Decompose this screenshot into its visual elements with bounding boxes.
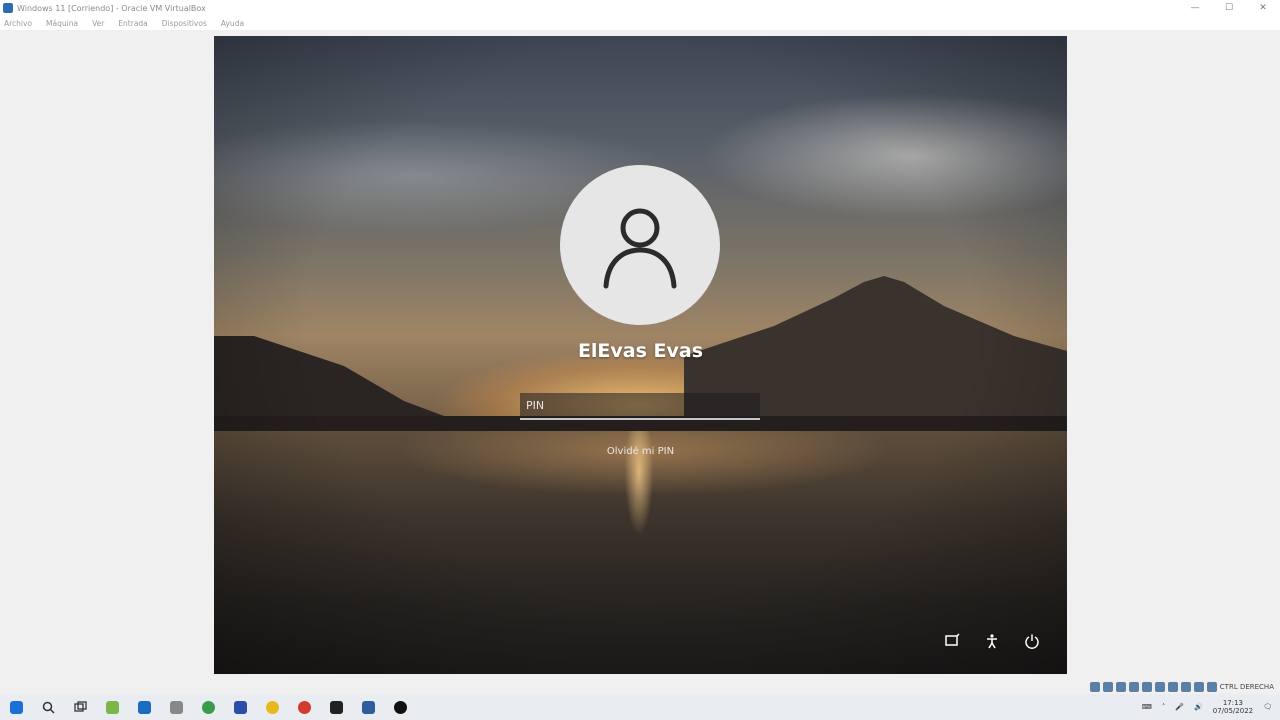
power-icon[interactable] — [1023, 632, 1041, 650]
hdd-status-icon[interactable] — [1089, 682, 1100, 692]
lock-screen-actions — [943, 632, 1041, 650]
vm-status-bar: CTRL DERECHA — [1089, 680, 1280, 694]
display-status-icon[interactable] — [1167, 682, 1178, 692]
menu-file[interactable]: Archivo — [4, 19, 32, 28]
maximize-button[interactable]: ☐ — [1212, 0, 1246, 16]
vm-display[interactable]: ElEvas Evas Olvidé mi PIN — [214, 36, 1067, 674]
forgot-pin-link[interactable]: Olvidé mi PIN — [214, 446, 1067, 457]
clock-date: 07/05/2022 — [1212, 707, 1254, 715]
search-icon[interactable] — [32, 694, 64, 720]
menu-view[interactable]: Ver — [92, 19, 104, 28]
start-icon[interactable] — [0, 694, 32, 720]
microphone-icon[interactable]: 🎤 — [1175, 703, 1184, 711]
start-icon-glyph — [9, 700, 23, 714]
network-icon[interactable] — [943, 632, 961, 650]
window-titlebar: Windows 11 [Corriendo] - Oracle VM Virtu… — [0, 0, 1280, 16]
usb-status-icon[interactable] — [1141, 682, 1152, 692]
remote-desktop-icon[interactable] — [224, 694, 256, 720]
chrome-canary-icon[interactable] — [256, 694, 288, 720]
network-status-icon[interactable] — [1128, 682, 1139, 692]
accessibility-icon[interactable] — [983, 632, 1001, 650]
virtualbox-icon[interactable] — [352, 694, 384, 720]
unity-icon[interactable] — [320, 694, 352, 720]
chrome-icon[interactable] — [192, 694, 224, 720]
recording-status-icon[interactable] — [1180, 682, 1191, 692]
host-taskbar: ⌨ ˄ 🎤 🔊 17:13 07/05/2022 🗨 — [0, 694, 1280, 720]
minimize-button[interactable]: — — [1178, 0, 1212, 16]
host-key-label: CTRL DERECHA — [1219, 683, 1274, 691]
window-title: Windows 11 [Corriendo] - Oracle VM Virtu… — [17, 3, 206, 13]
clock[interactable]: 17:13 07/05/2022 — [1213, 699, 1253, 715]
menubar: Archivo Máquina Ver Entrada Dispositivos… — [0, 16, 1280, 30]
menu-help[interactable]: Ayuda — [221, 19, 244, 28]
chevron-up-icon[interactable]: ˄ — [1162, 703, 1166, 711]
chrome-beta-icon[interactable] — [288, 694, 320, 720]
virtualbox-app-icon — [3, 3, 13, 13]
menu-devices[interactable]: Dispositivos — [162, 19, 207, 28]
clock-time: 17:13 — [1222, 699, 1244, 707]
obs-icon[interactable] — [384, 694, 416, 720]
menu-input[interactable]: Entrada — [118, 19, 147, 28]
store-icon[interactable] — [128, 694, 160, 720]
user-icon — [603, 208, 677, 289]
audio-status-icon[interactable] — [1115, 682, 1126, 692]
pen-icon[interactable] — [160, 694, 192, 720]
window-controls: — ☐ ✕ — [1178, 0, 1280, 16]
system-tray: ⌨ ˄ 🎤 🔊 17:13 07/05/2022 🗨 — [1142, 694, 1280, 720]
cpu-status-icon[interactable] — [1193, 682, 1204, 692]
optical-status-icon[interactable] — [1102, 682, 1113, 692]
mouse-status-icon[interactable] — [1206, 682, 1217, 692]
task-view-icon[interactable] — [64, 694, 96, 720]
keyboard-icon[interactable]: ⌨ — [1142, 703, 1152, 711]
notification-icon[interactable]: 🗨 — [1263, 703, 1272, 711]
shared-folders-status-icon[interactable] — [1154, 682, 1165, 692]
user-avatar — [560, 165, 720, 325]
username: ElEvas Evas — [577, 340, 704, 362]
pin-input[interactable] — [520, 393, 760, 420]
menu-machine[interactable]: Máquina — [46, 19, 78, 28]
volume-icon[interactable]: 🔊 — [1194, 703, 1203, 711]
edge-dev-icon[interactable] — [96, 694, 128, 720]
close-button[interactable]: ✕ — [1246, 0, 1280, 16]
